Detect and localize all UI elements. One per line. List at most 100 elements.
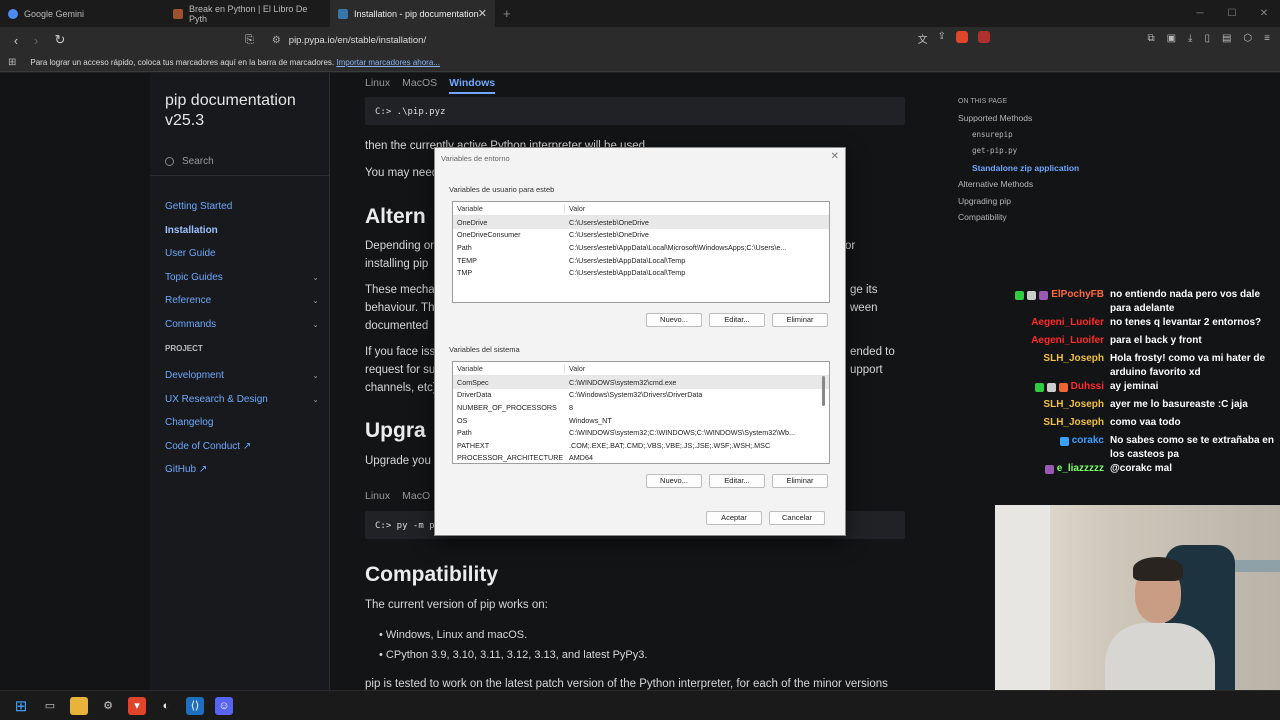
system-delete-button[interactable]: Eliminar: [772, 474, 828, 488]
toc-item-ensurepip[interactable]: ensurepip: [958, 130, 1158, 147]
close-window-icon[interactable]: ✕: [1248, 0, 1280, 27]
close-tab-icon[interactable]: ✕: [478, 7, 487, 20]
chevron-down-icon[interactable]: ⌄: [312, 320, 319, 329]
vpn-icon[interactable]: ⬡: [1243, 33, 1252, 44]
list-item: • CPython 3.9, 3.10, 3.11, 3.12, 3.13, a…: [379, 649, 648, 661]
list-item[interactable]: Path C:\Users\esteb\AppData\Local\Microso…: [453, 241, 829, 254]
docs-title[interactable]: pip documentation v25.3: [165, 91, 296, 131]
toc-item-upgrading-pip[interactable]: Upgrading pip: [958, 196, 1158, 213]
tab-linux[interactable]: Linux: [365, 490, 390, 502]
sidebar-item-changelog[interactable]: Changelog: [165, 411, 325, 435]
sidebar-item-user-guide[interactable]: User Guide: [165, 242, 325, 266]
windows-start-icon[interactable]: ⊞: [12, 696, 30, 715]
list-item[interactable]: OS Windows_NT: [453, 414, 829, 427]
bookmark-icon[interactable]: ⎘: [245, 34, 254, 47]
toc-item-compatibility[interactable]: Compatibility: [958, 212, 1158, 229]
minimize-icon[interactable]: ─: [1184, 0, 1216, 27]
download-icon[interactable]: ⤓: [1188, 33, 1192, 44]
toc-item-get-pip[interactable]: get-pip.py: [958, 146, 1158, 163]
back-icon[interactable]: ‹: [6, 33, 26, 48]
address-bar[interactable]: ⎘ ⚙ pip.pypa.io/en/stable/installation/: [245, 29, 995, 51]
var-name: PATHEXT: [457, 440, 490, 450]
apps-grid-icon[interactable]: ⊞: [8, 57, 16, 68]
system-edit-button[interactable]: Editar...: [709, 474, 765, 488]
menu-icon[interactable]: ≡: [1264, 33, 1270, 44]
github-icon[interactable]: ◐: [157, 697, 175, 715]
tab-linux[interactable]: Linux: [365, 77, 390, 94]
sidebar-item-ux-research[interactable]: UX Research & Design ⌄: [165, 388, 325, 412]
sidebar-item-development[interactable]: Development ⌄: [165, 364, 325, 388]
list-item[interactable]: NUMBER_OF_PROCESSORS 8: [453, 401, 829, 414]
column-header-variable[interactable]: Variable: [453, 364, 565, 373]
system-new-button[interactable]: Nuevo...: [646, 474, 702, 488]
sidebar-item-installation[interactable]: Installation: [165, 219, 325, 243]
sidebar-item-code-of-conduct[interactable]: Code of Conduct ↗: [165, 435, 325, 459]
user-delete-button[interactable]: Eliminar: [772, 313, 828, 327]
tab-windows[interactable]: Windows: [449, 77, 496, 94]
search-input[interactable]: Search: [165, 153, 315, 169]
sidebar-item-topic-guides[interactable]: Topic Guides ⌄: [165, 266, 325, 290]
file-explorer-icon[interactable]: [70, 696, 88, 715]
translate-icon[interactable]: 文: [918, 31, 928, 46]
system-variables-list[interactable]: Variable Valor ComSpec C:\WINDOWS\system3…: [452, 361, 830, 464]
sidebar-icon[interactable]: ▯: [1204, 33, 1210, 44]
brave-browser-icon[interactable]: ▾: [128, 696, 146, 715]
list-item[interactable]: OneDriveConsumer C:\Users\esteb\OneDrive: [453, 229, 829, 242]
reload-icon[interactable]: ↻: [50, 32, 70, 48]
tab-macos[interactable]: MacO: [402, 490, 430, 502]
divider: [150, 175, 330, 176]
toc-item-alternative-methods[interactable]: Alternative Methods: [958, 179, 1158, 196]
tab-break-python[interactable]: Break en Python | El Libro De Pyth: [165, 0, 330, 27]
screenshot-icon[interactable]: ▣: [1167, 33, 1176, 44]
brave-shields-icon[interactable]: [956, 31, 968, 43]
user-variables-list[interactable]: Variable Valor OneDrive C:\Users\esteb\On…: [452, 201, 830, 303]
forward-icon[interactable]: ›: [26, 33, 46, 48]
tab-google-gemini[interactable]: Google Gemini: [0, 0, 165, 27]
chat-message: Aegeni_Luoifer no tenes q levantar 2 ent…: [1000, 316, 1280, 334]
list-item[interactable]: TEMP C:\Users\esteb\AppData\Local\Temp: [453, 254, 829, 267]
sidebar-item-label: GitHub ↗: [165, 464, 208, 476]
chevron-down-icon[interactable]: ⌄: [312, 371, 319, 380]
list-item[interactable]: OneDrive C:\Users\esteb\OneDrive: [453, 216, 829, 229]
column-header-variable[interactable]: Variable: [453, 204, 565, 213]
list-item[interactable]: Path C:\WINDOWS\system32;C:\WINDOWS;C:\WI…: [453, 426, 829, 439]
list-item[interactable]: DriverData C:\Windows\System32\Drivers\Dr…: [453, 389, 829, 402]
tab-macos[interactable]: MacOS: [402, 77, 437, 94]
column-header-value[interactable]: Valor: [565, 204, 829, 213]
task-view-icon[interactable]: ▭: [41, 697, 59, 715]
settings-icon[interactable]: ⚙: [99, 697, 117, 715]
toc-item-supported-methods[interactable]: Supported Methods: [958, 113, 1158, 130]
chevron-down-icon[interactable]: ⌄: [312, 296, 319, 305]
tab-pip-installation[interactable]: Installation - pip documentation ✕: [330, 0, 495, 27]
chevron-down-icon[interactable]: ⌄: [312, 273, 319, 282]
chevron-down-icon[interactable]: ⌄: [312, 395, 319, 404]
discord-icon[interactable]: ☺: [215, 696, 233, 715]
new-tab-button[interactable]: +: [503, 6, 511, 21]
accept-button[interactable]: Aceptar: [706, 511, 762, 525]
list-item[interactable]: PROCESSOR_ARCHITECTURE AMD64: [453, 452, 829, 463]
user-edit-button[interactable]: Editar...: [709, 313, 765, 327]
vscode-icon[interactable]: ⟨⟩: [186, 696, 204, 715]
column-header-value[interactable]: Valor: [565, 364, 829, 373]
extensions-icon[interactable]: ⧉: [1147, 33, 1154, 44]
close-icon[interactable]: ✕: [831, 151, 839, 162]
list-item[interactable]: TMP C:\Users\esteb\AppData\Local\Temp: [453, 266, 829, 279]
chat-username: corakc: [1071, 435, 1104, 446]
sidebar-item-commands[interactable]: Commands ⌄: [165, 313, 325, 337]
toc-item-standalone-zip[interactable]: Standalone zip application: [958, 163, 1158, 180]
share-icon[interactable]: ⇪: [938, 31, 946, 46]
import-bookmarks-link[interactable]: Importar marcadores ahora...: [336, 58, 440, 67]
sidebar-item-getting-started[interactable]: Getting Started: [165, 195, 325, 219]
list-item[interactable]: PATHEXT .COM;.EXE;.BAT;.CMD;.VBS;.VBE;.JS…: [453, 439, 829, 452]
user-new-button[interactable]: Nuevo...: [646, 313, 702, 327]
sidebar-item-reference[interactable]: Reference ⌄: [165, 289, 325, 313]
scrollbar-thumb[interactable]: [822, 376, 825, 406]
badge-icon: [1039, 290, 1049, 300]
cancel-button[interactable]: Cancelar: [769, 511, 825, 525]
list-item[interactable]: ComSpec C:\WINDOWS\system32\cmd.exe: [453, 376, 829, 389]
wallet-icon[interactable]: ▤: [1222, 33, 1231, 44]
maximize-icon[interactable]: ☐: [1216, 0, 1248, 27]
site-info-icon[interactable]: ⚙: [272, 35, 281, 46]
sidebar-item-github[interactable]: GitHub ↗: [165, 458, 325, 482]
brave-rewards-icon[interactable]: [978, 31, 990, 43]
